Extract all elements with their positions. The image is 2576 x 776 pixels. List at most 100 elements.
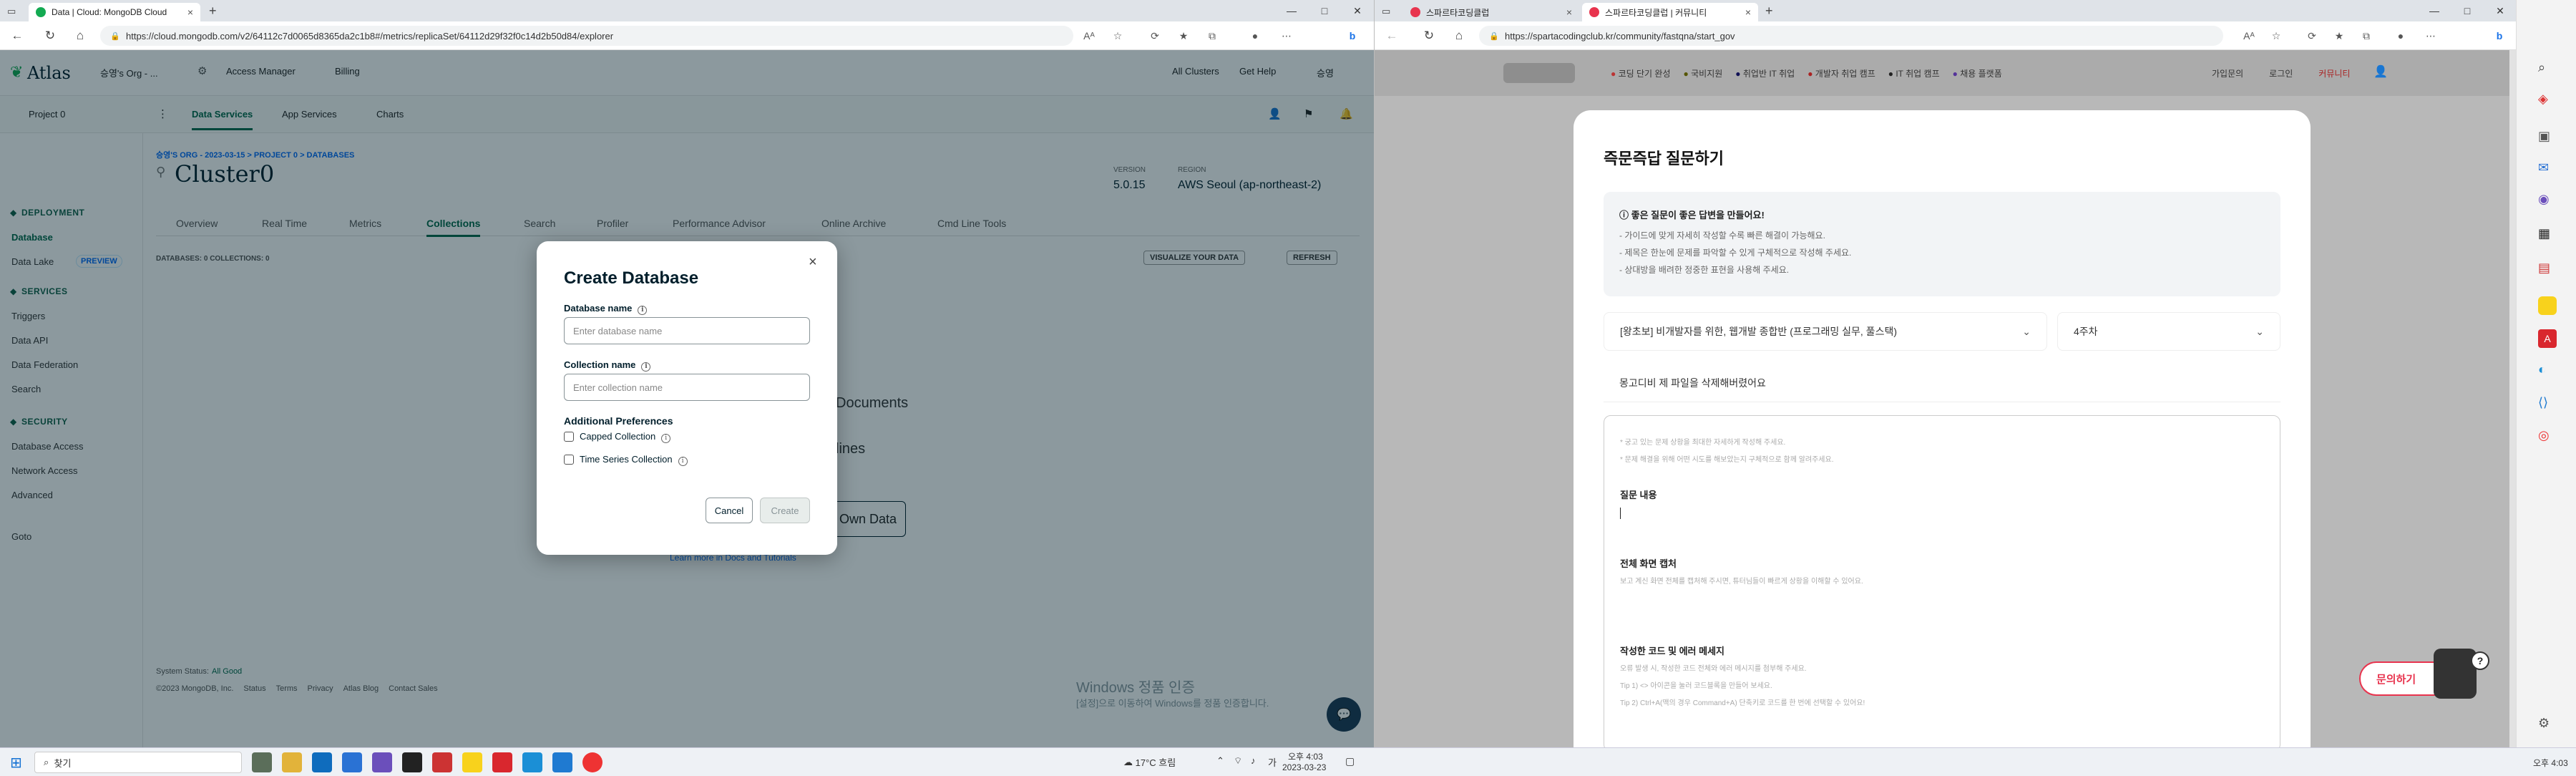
maximize-button[interactable]: □ xyxy=(2451,0,2484,21)
nav-item-5[interactable]: ● IT 취업 캠프 xyxy=(1888,67,1940,79)
chrome-icon[interactable] xyxy=(582,752,602,772)
side-panel-settings-icon[interactable]: ⚙ xyxy=(2538,716,2550,731)
minimize-button[interactable]: — xyxy=(1275,0,1308,21)
url-field[interactable]: 🔒 https://cloud.mongodb.com/v2/64112c7d0… xyxy=(100,26,1073,46)
coll-name-info-icon[interactable]: i xyxy=(641,362,651,372)
vscode-icon[interactable] xyxy=(552,752,572,772)
week-select[interactable]: 4주차 ⌄ xyxy=(2057,312,2280,351)
question-body-editor[interactable]: * 궁고 있는 문제 상황을 최대한 자세하게 작성해 주세요. * 문제 해결… xyxy=(1604,415,2280,747)
games-icon[interactable]: ◉ xyxy=(2538,192,2550,207)
edge-icon[interactable] xyxy=(522,752,542,772)
weather-widget[interactable]: ☁ 17°C 흐림 xyxy=(1123,755,1176,769)
tab-actions-icon[interactable]: ▭ xyxy=(1382,6,1390,17)
refresh-icon[interactable]: ↻ xyxy=(42,27,59,44)
back-icon[interactable]: ← xyxy=(9,27,26,44)
nav-signup[interactable]: 가입문의 xyxy=(2212,67,2243,79)
tab-close-icon[interactable]: × xyxy=(1740,6,1751,18)
favorite-star-icon[interactable]: ☆ xyxy=(2269,29,2283,43)
paint-icon[interactable] xyxy=(432,752,452,772)
capped-info-icon[interactable]: i xyxy=(661,433,671,443)
question-title-input[interactable]: 몽고디비 제 파일을 삭제해버렸어요 xyxy=(1604,364,2280,402)
time-series-info-icon[interactable]: i xyxy=(678,456,688,466)
nav-login[interactable]: 로그인 xyxy=(2269,67,2293,79)
menu-dots-icon[interactable]: ⋯ xyxy=(2424,29,2438,43)
chrome-icon[interactable]: ◎ xyxy=(2538,428,2550,443)
image-icon[interactable]: ▤ xyxy=(2538,261,2550,276)
refresh-icon[interactable]: ↻ xyxy=(1420,27,1438,44)
close-window-button[interactable]: ✕ xyxy=(1341,0,1374,21)
clock-date[interactable]: 2023-03-23 xyxy=(1282,762,1326,772)
extension-icon[interactable]: ⟳ xyxy=(1148,29,1162,43)
tab-sparta-community[interactable]: 스파르타코딩클럽 | 커뮤니티 × xyxy=(1582,3,1758,21)
taskbar-search-box[interactable]: ⌕ 찾기 xyxy=(34,752,242,773)
maximize-button[interactable]: □ xyxy=(1308,0,1341,21)
tab-actions-icon[interactable]: ▭ xyxy=(7,6,16,17)
read-aloud-icon[interactable]: Aᴬ xyxy=(1082,29,1096,43)
edge-icon[interactable]: ◐ xyxy=(2538,362,2546,377)
time-series-checkbox[interactable] xyxy=(564,455,574,465)
close-window-button[interactable]: ✕ xyxy=(2484,0,2516,21)
second-monitor-clock[interactable]: 오후 4:03 xyxy=(2533,757,2568,769)
acrobat-icon[interactable] xyxy=(492,752,512,772)
collections-icon[interactable]: ⧉ xyxy=(2359,29,2373,43)
home-icon[interactable]: ⌂ xyxy=(72,27,89,44)
profile-icon[interactable]: ● xyxy=(1248,29,1262,43)
favorite-star-icon[interactable]: ☆ xyxy=(1111,29,1125,43)
cancel-button[interactable]: Cancel xyxy=(706,498,753,523)
home-icon[interactable]: ⌂ xyxy=(1450,27,1468,44)
nav-item-1[interactable]: ● 코딩 단기 완성 xyxy=(1611,67,1671,79)
page-scrollbar[interactable] xyxy=(2509,50,2516,747)
vscode-icon[interactable]: ⟨⟩ xyxy=(2538,395,2548,410)
search-icon[interactable]: ⌕ xyxy=(2538,60,2545,75)
tab-close-icon[interactable]: × xyxy=(182,6,193,18)
nav-item-3[interactable]: ● 취업반 IT 취업 xyxy=(1735,67,1795,79)
nav-community[interactable]: 커뮤니티 xyxy=(2318,67,2350,79)
database-name-input[interactable]: Enter database name xyxy=(564,317,810,344)
tools-icon[interactable]: ▣ xyxy=(2538,129,2550,144)
network-icon[interactable]: ⌔ xyxy=(1234,755,1242,767)
favorites-icon[interactable]: ★ xyxy=(1176,29,1191,43)
profile-icon[interactable]: ● xyxy=(2394,29,2408,43)
file-explorer-icon[interactable] xyxy=(282,752,302,772)
collection-name-input[interactable]: Enter collection name xyxy=(564,374,810,401)
nav-item-2[interactable]: ● 국비지원 xyxy=(1684,67,1723,79)
kakaotalk-icon[interactable] xyxy=(462,752,482,772)
nav-item-4[interactable]: ● 개발자 취업 캠프 xyxy=(1807,67,1875,79)
new-tab-button[interactable]: + xyxy=(1765,4,1773,19)
help-question-icon[interactable]: ? xyxy=(2471,651,2489,670)
task-view-icon[interactable] xyxy=(252,752,272,772)
minimize-button[interactable]: — xyxy=(2418,0,2451,21)
windows-start-icon[interactable]: ⊞ xyxy=(10,754,22,772)
user-icon[interactable]: 👤 xyxy=(2373,64,2388,79)
close-icon[interactable]: × xyxy=(809,254,817,271)
read-aloud-icon[interactable]: Aᴬ xyxy=(2242,29,2256,43)
tray-chevron-icon[interactable]: ⌃ xyxy=(1216,755,1224,767)
course-select[interactable]: [왕초보] 비개발자를 위한, 웹개발 종합반 (프로그래밍 실무, 풀스택) … xyxy=(1604,312,2047,351)
sparta-logo[interactable] xyxy=(1503,63,1575,83)
tab-sparta-home[interactable]: 스파르타코딩클럽 × xyxy=(1403,3,1579,21)
mail-icon[interactable] xyxy=(342,752,362,772)
tab-close-icon[interactable]: × xyxy=(1561,6,1572,18)
volume-icon[interactable]: ♪ xyxy=(1251,755,1256,766)
tab-mongodb[interactable]: Data | Cloud: MongoDB Cloud × xyxy=(29,3,200,21)
db-name-info-icon[interactable]: i xyxy=(638,305,648,315)
app-icon-dark[interactable]: ▦ xyxy=(2538,226,2550,241)
ime-indicator[interactable]: 가 xyxy=(1268,755,1277,769)
capped-collection-checkbox[interactable] xyxy=(564,432,574,442)
collections-icon[interactable]: ⧉ xyxy=(1205,29,1219,43)
nav-item-6[interactable]: ● 채용 플랫폼 xyxy=(1953,67,2002,79)
url-field[interactable]: 🔒 https://spartacodingclub.kr/community/… xyxy=(1479,26,2223,46)
calendar-icon[interactable] xyxy=(312,752,332,772)
favorites-icon[interactable]: ★ xyxy=(2332,29,2346,43)
acrobat-icon[interactable]: A xyxy=(2538,329,2557,348)
create-button[interactable]: Create xyxy=(760,498,810,523)
kakaotalk-icon[interactable] xyxy=(2538,296,2557,315)
back-icon[interactable]: ← xyxy=(1383,27,1400,44)
store-icon[interactable] xyxy=(372,752,392,772)
extension-icon[interactable]: ⟳ xyxy=(2305,29,2319,43)
new-tab-button[interactable]: + xyxy=(209,4,217,19)
outlook-icon[interactable]: ✉ xyxy=(2538,160,2549,175)
app-dark-icon[interactable] xyxy=(402,752,422,772)
notification-icon[interactable]: ▢ xyxy=(1345,755,1355,767)
bing-icon[interactable]: b xyxy=(2492,29,2507,43)
